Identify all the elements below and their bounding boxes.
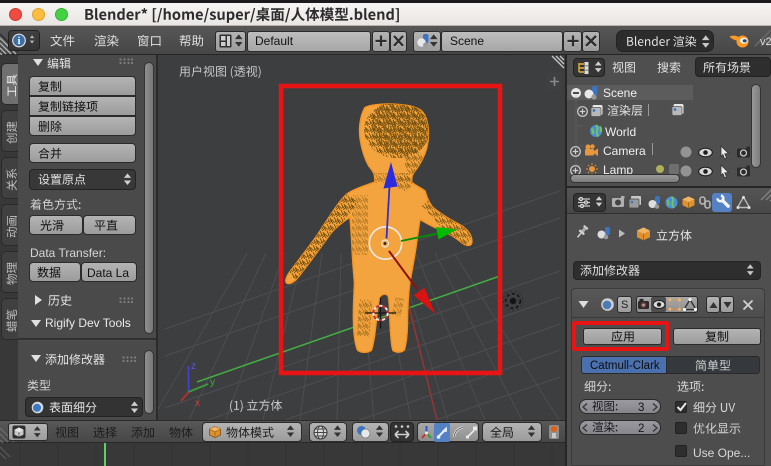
svg-text:z: z — [191, 361, 196, 372]
svg-text:x: x — [195, 398, 200, 409]
svg-text:y: y — [210, 377, 215, 388]
